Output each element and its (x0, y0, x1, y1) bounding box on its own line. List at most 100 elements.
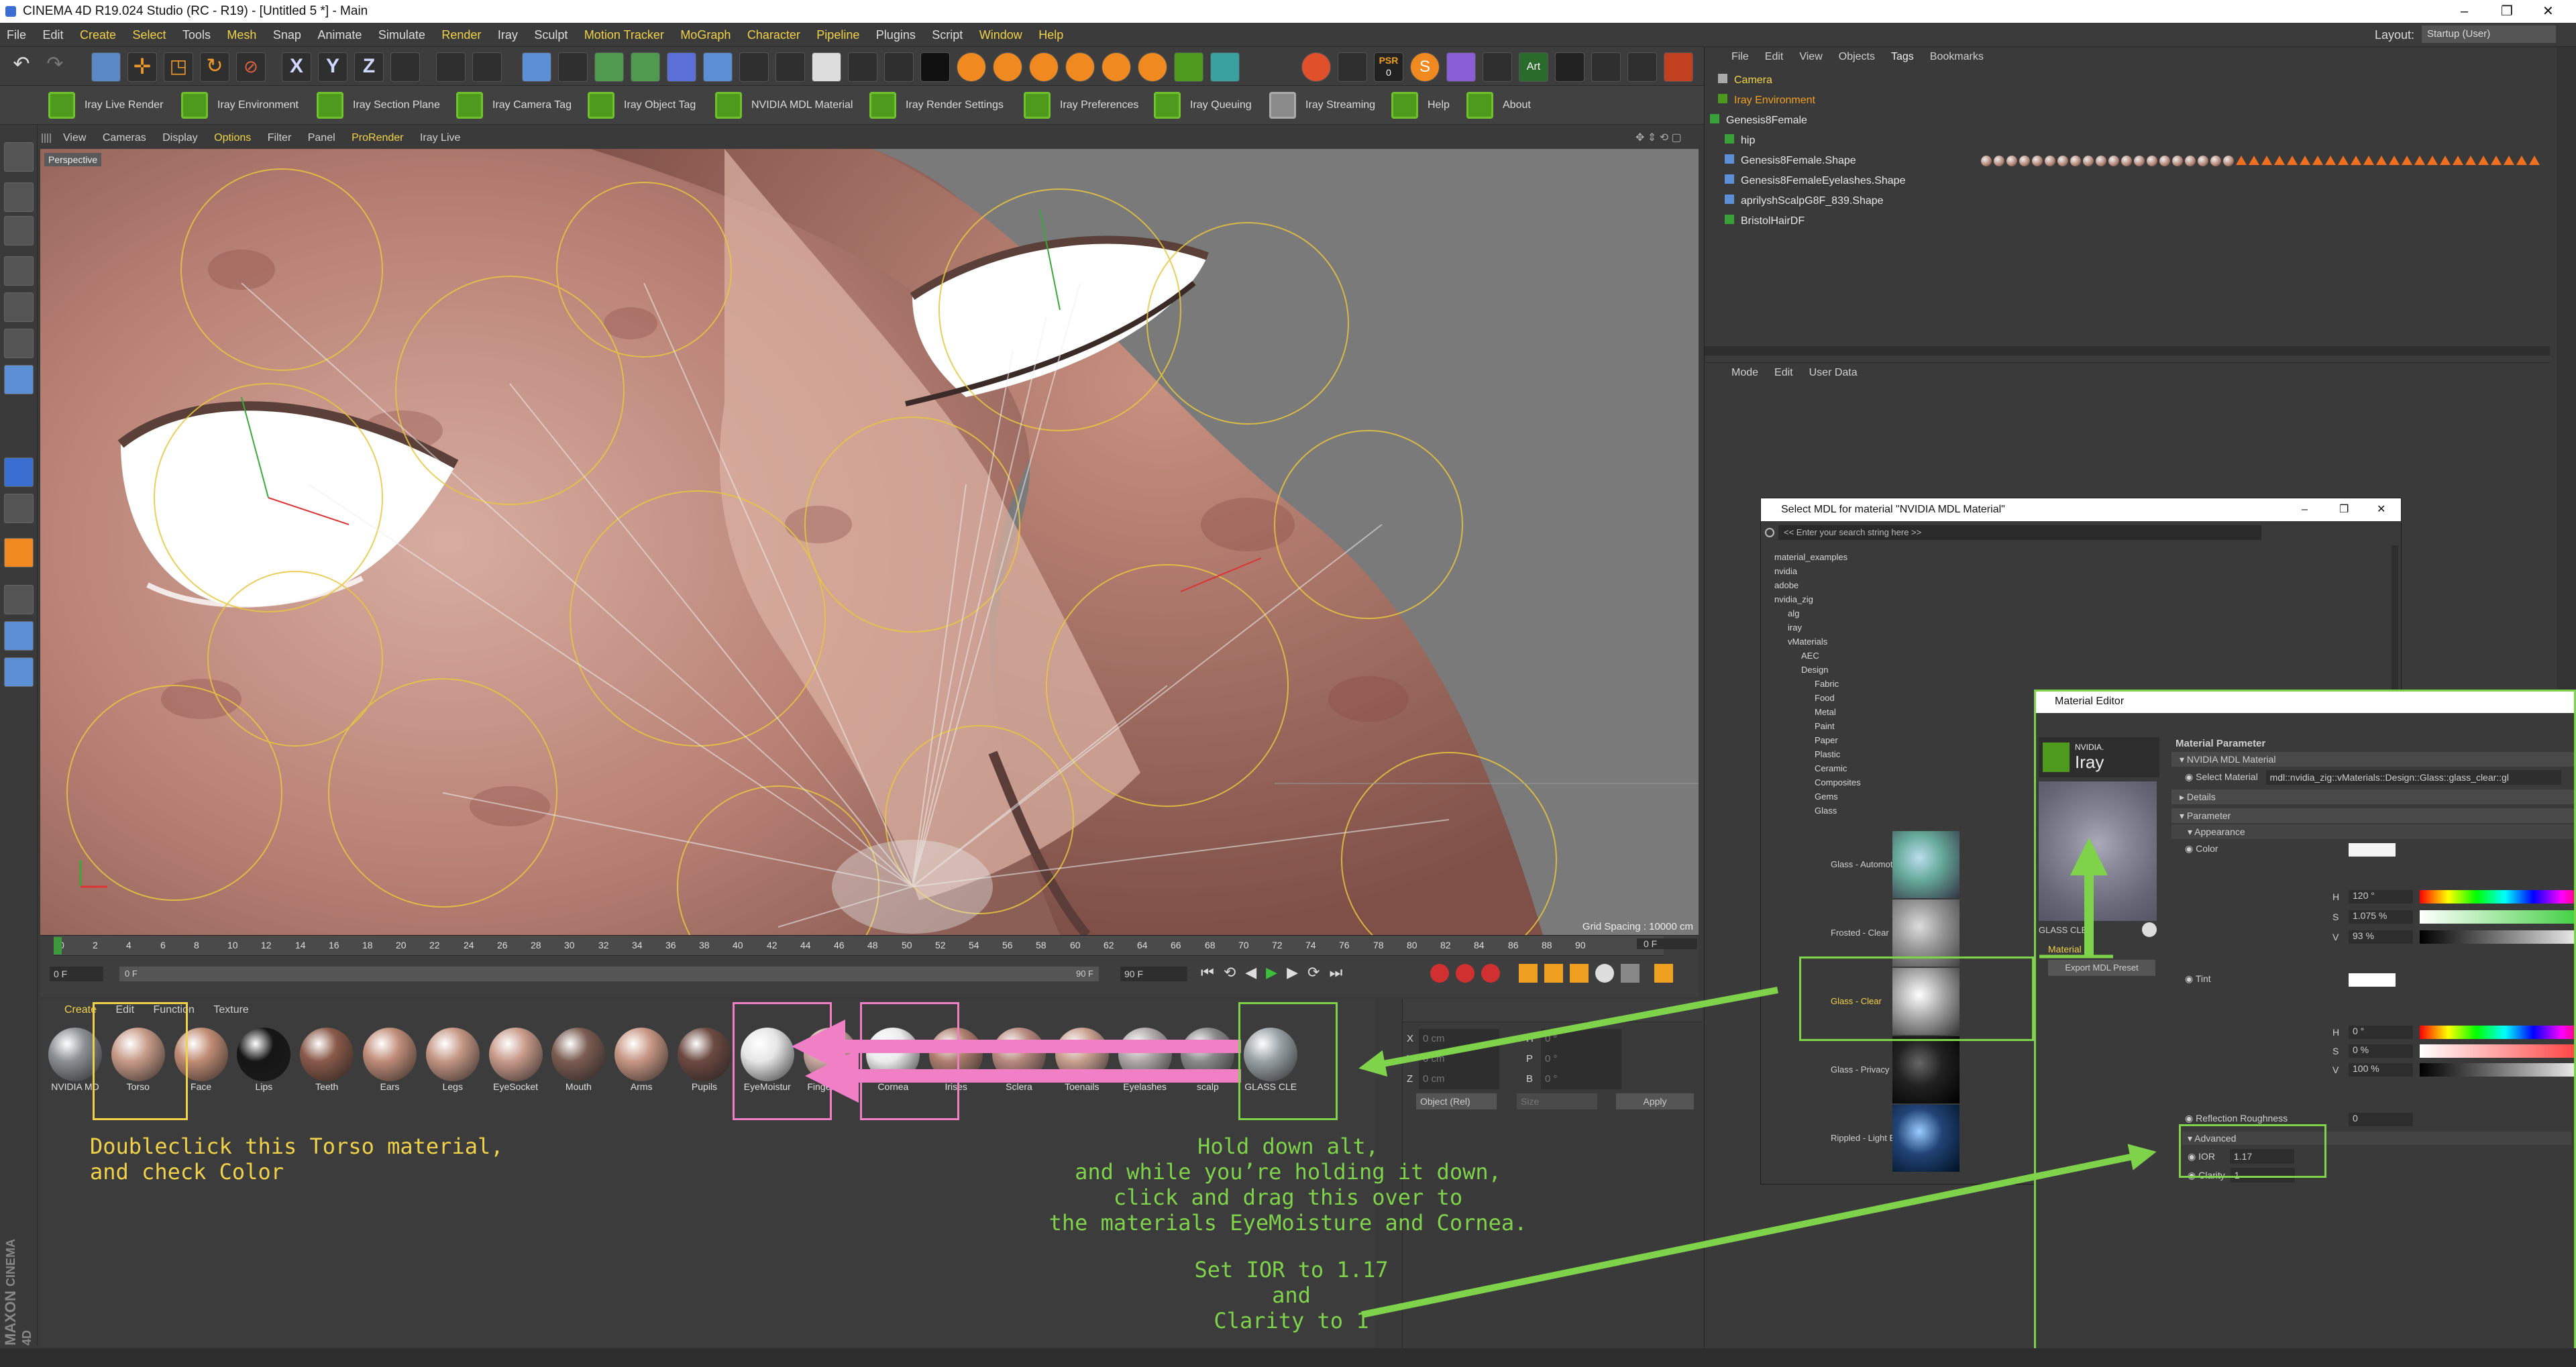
solo-hierarchy-icon[interactable] (4, 657, 34, 687)
om-scrollbar[interactable] (1705, 346, 2550, 356)
coord-size-select[interactable]: Size (1517, 1093, 1597, 1109)
polygons-mode-icon[interactable] (4, 365, 34, 394)
menu-animate[interactable]: Animate (311, 23, 368, 47)
material-tag-icon[interactable] (2147, 156, 2157, 166)
material-tag-icon[interactable] (2121, 156, 2132, 166)
firefox-icon[interactable] (1301, 52, 1331, 82)
warning-tag-icon[interactable] (2363, 156, 2374, 165)
redo-button[interactable]: ↷ (40, 52, 70, 82)
attr-menu-edit[interactable]: Edit (1774, 363, 1793, 382)
tree-vmaterials[interactable]: vMaterials (1788, 637, 1827, 647)
art-icon[interactable]: Art (1519, 52, 1548, 82)
material-pupils[interactable]: Pupils (674, 1026, 735, 1092)
material-ears[interactable]: Ears (359, 1026, 421, 1092)
coord-mode-select[interactable]: Object (Rel) (1416, 1093, 1497, 1109)
pla-key-icon[interactable] (1621, 964, 1640, 983)
menu-script[interactable]: Script (925, 23, 969, 47)
warning-tag-icon[interactable] (2478, 156, 2489, 165)
menu-render[interactable]: Render (435, 23, 488, 47)
mdl-search-input[interactable]: << Enter your search string here >> (1778, 525, 2261, 540)
viewport-menu-panel[interactable]: Panel (301, 127, 342, 149)
nvidia-mdl-material-button[interactable]: NVIDIA MDL Material (715, 91, 853, 119)
undo-button[interactable]: ↶ (7, 52, 36, 82)
material-mouth[interactable]: Mouth (547, 1026, 609, 1092)
menu-motion-tracker[interactable]: Motion Tracker (578, 23, 671, 47)
material-tag-icon[interactable] (2045, 156, 2055, 166)
mdl-minimize-button[interactable]: – (2302, 498, 2308, 521)
iray-streaming-button[interactable]: Iray Streaming (1269, 91, 1375, 119)
material-tag-icon[interactable] (1981, 156, 1992, 166)
iray-camera-tag-button[interactable]: Iray Camera Tag (456, 91, 572, 119)
warning-tag-icon[interactable] (2440, 156, 2451, 165)
viewport-menu-filter[interactable]: Filter (261, 127, 299, 149)
tree-nvidia-zig[interactable]: nvidia_zig (1774, 594, 1813, 604)
tree-metal[interactable]: Metal (1815, 707, 1836, 717)
tree-glass[interactable]: Glass (1815, 806, 1837, 816)
iray-cube-icon[interactable] (1174, 52, 1203, 82)
pen-icon[interactable] (558, 52, 588, 82)
material-tag-icon[interactable] (2210, 156, 2221, 166)
last-tool-icon[interactable]: ⊘ (236, 52, 266, 82)
object-camera[interactable]: Camera (1718, 71, 1772, 90)
rotate-tool-icon[interactable]: ↻ (200, 52, 229, 82)
material-tag-icon[interactable] (2172, 156, 2183, 166)
subdivision-icon[interactable] (594, 52, 624, 82)
prev-key-icon[interactable]: ⟲ (1224, 964, 1236, 985)
cube-icon[interactable] (522, 52, 551, 82)
material-tag-icon[interactable] (2006, 156, 2017, 166)
material-tag-icon[interactable] (2198, 156, 2208, 166)
orange-ball-2-icon[interactable] (993, 52, 1022, 82)
preset-rippled-light-blue[interactable]: Rippled - Light Blue (1831, 1105, 1962, 1172)
render-view-icon[interactable] (436, 52, 466, 82)
menu-mesh[interactable]: Mesh (220, 23, 263, 47)
param-key-icon[interactable] (1595, 964, 1614, 983)
camera-icon[interactable] (739, 52, 769, 82)
tree-nvidia[interactable]: nvidia (1774, 566, 1797, 576)
current-frame-field[interactable]: 0 F (50, 967, 103, 981)
viewport-menu-cameras[interactable]: Cameras (96, 127, 153, 149)
psr-icon[interactable]: PSR 0 (1374, 52, 1403, 82)
viewport-menu-view[interactable]: View (56, 127, 93, 149)
quantize-icon[interactable] (4, 494, 34, 523)
menu-file[interactable]: File (0, 23, 33, 47)
tree-food[interactable]: Food (1815, 693, 1835, 703)
goto-end-icon[interactable]: ⏭ (1329, 964, 1342, 985)
orange-ball-3-icon[interactable] (1029, 52, 1059, 82)
timeline-right-field[interactable]: 0 F (1637, 938, 1697, 949)
snap-icon[interactable] (4, 457, 34, 487)
tree-adobe[interactable]: adobe (1774, 580, 1799, 590)
cloner-icon[interactable] (631, 52, 660, 82)
viewport-menu-prorender[interactable]: ProRender (345, 127, 410, 149)
move-tool-icon[interactable]: ✛ (127, 52, 157, 82)
z-axis-icon[interactable]: Z (354, 52, 384, 82)
material-eyesocket[interactable]: EyeSocket (485, 1026, 547, 1092)
material-tag-icon[interactable] (2134, 156, 2145, 166)
object-eyelashes-shape[interactable]: Genesis8FemaleEyelashes.Shape (1725, 172, 1905, 190)
x-axis-icon[interactable]: X (282, 52, 311, 82)
menu-create[interactable]: Create (73, 23, 123, 47)
next-key-icon[interactable]: ⟳ (1307, 964, 1320, 985)
om-menu-bookmarks[interactable]: Bookmarks (1930, 47, 1984, 67)
tree-fabric[interactable]: Fabric (1815, 679, 1839, 689)
tree-material-examples[interactable]: material_examples (1774, 552, 1847, 562)
mdl-close-button[interactable]: ✕ (2377, 498, 2385, 521)
material-teeth[interactable]: Teeth (296, 1026, 358, 1092)
viewport-nav-icons[interactable]: ✥ ⇕ ⟲ ▢ (1635, 131, 1696, 145)
mdl-search-icon[interactable] (1765, 528, 1774, 537)
material-sclera[interactable]: Sclera (988, 1026, 1050, 1092)
object-bristol-hair[interactable]: BristolHairDF (1725, 212, 1805, 231)
import-icon[interactable] (848, 52, 877, 82)
om-menu-edit[interactable]: Edit (1765, 47, 1784, 67)
warning-tag-icon[interactable] (2287, 156, 2298, 165)
tree-aec[interactable]: AEC (1801, 651, 1819, 661)
warning-tag-icon[interactable] (2249, 156, 2259, 165)
material-legs[interactable]: Legs (422, 1026, 484, 1092)
material-tags-strip[interactable] (1973, 154, 2550, 169)
end-frame-field[interactable]: 90 F (1120, 967, 1187, 981)
material-eyelashes[interactable]: Eyelashes (1114, 1026, 1176, 1092)
material-menu-texture[interactable]: Texture (205, 999, 256, 1021)
tree-alg[interactable]: alg (1788, 608, 1799, 618)
script-icon[interactable] (1338, 52, 1367, 82)
orange-ball-4-icon[interactable] (1065, 52, 1095, 82)
playhead[interactable] (54, 937, 62, 954)
